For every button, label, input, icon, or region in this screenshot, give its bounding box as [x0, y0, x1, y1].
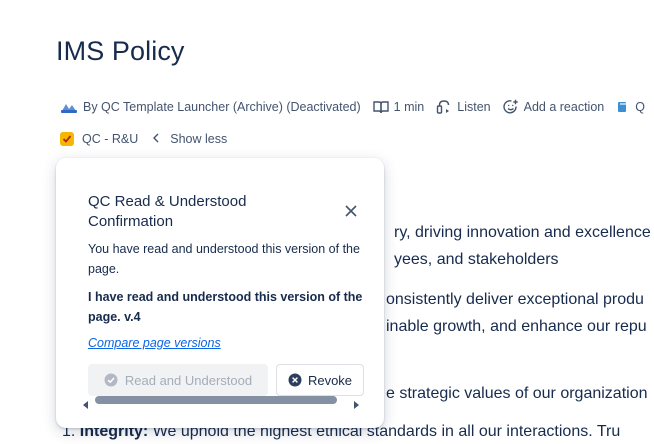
- read-understood-label: Read and Understood: [124, 372, 253, 388]
- popup-title: QC Read & Understood Confirmation: [88, 193, 247, 230]
- horizontal-scrollbar[interactable]: [82, 394, 360, 409]
- listen-label: Listen: [457, 100, 491, 114]
- body-text-fragment: ry, driving innovation and excellence: [394, 224, 651, 241]
- revoke-label: Revoke: [307, 372, 353, 388]
- scroll-right-icon[interactable]: [352, 396, 360, 414]
- read-time: 1 min: [372, 100, 425, 114]
- close-button[interactable]: [342, 202, 360, 220]
- check-circle-icon: [104, 373, 118, 387]
- add-reaction-button[interactable]: Add a reaction: [502, 99, 605, 115]
- body-text-fragment: e strategic values of our organization: [386, 385, 648, 402]
- cross-circle-icon: [288, 373, 302, 387]
- popup-description: You have read and understood this versio…: [88, 242, 360, 276]
- read-understood-button[interactable]: Read and Understood: [88, 364, 268, 396]
- scrollbar-thumb[interactable]: [95, 396, 337, 404]
- popup-confirmation-text: I have read and understood this version …: [88, 290, 363, 324]
- listen-icon: [436, 99, 452, 115]
- author-byline[interactable]: By QC Template Launcher (Archive) (Deact…: [60, 100, 361, 114]
- revoke-button[interactable]: Revoke: [276, 364, 364, 396]
- status-label[interactable]: QC - R&U: [82, 132, 138, 146]
- overflow-text: Q: [635, 100, 645, 114]
- author-avatar-icon: [60, 100, 78, 114]
- chevron-left-icon[interactable]: [152, 132, 160, 146]
- page-labels-row: QC - R&U Show less: [60, 129, 227, 149]
- body-text-fragment: yees, and stakeholders: [394, 251, 559, 268]
- close-icon: [345, 205, 357, 217]
- read-understood-popup: QC Read & Understood Confirmation You ha…: [56, 158, 384, 428]
- author-text: By QC Template Launcher (Archive) (Deact…: [83, 100, 361, 114]
- ruler-icon: [616, 100, 630, 114]
- add-reaction-label: Add a reaction: [523, 100, 605, 114]
- show-less-link[interactable]: Show less: [170, 132, 227, 146]
- listen-button[interactable]: Listen: [436, 99, 491, 115]
- checkmark-badge-icon: [60, 132, 74, 146]
- body-text-fragment: inable growth, and enhance our repu: [386, 318, 647, 335]
- read-time-text: 1 min: [393, 100, 425, 114]
- book-icon: [372, 100, 389, 114]
- overflow-item[interactable]: Q: [616, 100, 645, 114]
- scroll-left-icon[interactable]: [82, 396, 90, 414]
- page-title: IMS Policy: [56, 36, 185, 66]
- smiley-add-icon: [502, 99, 519, 115]
- body-text-fragment: onsistently deliver exceptional produ: [386, 291, 644, 308]
- page-byline: By QC Template Launcher (Archive) (Deact…: [60, 97, 654, 117]
- compare-versions-link[interactable]: Compare page versions: [88, 336, 221, 350]
